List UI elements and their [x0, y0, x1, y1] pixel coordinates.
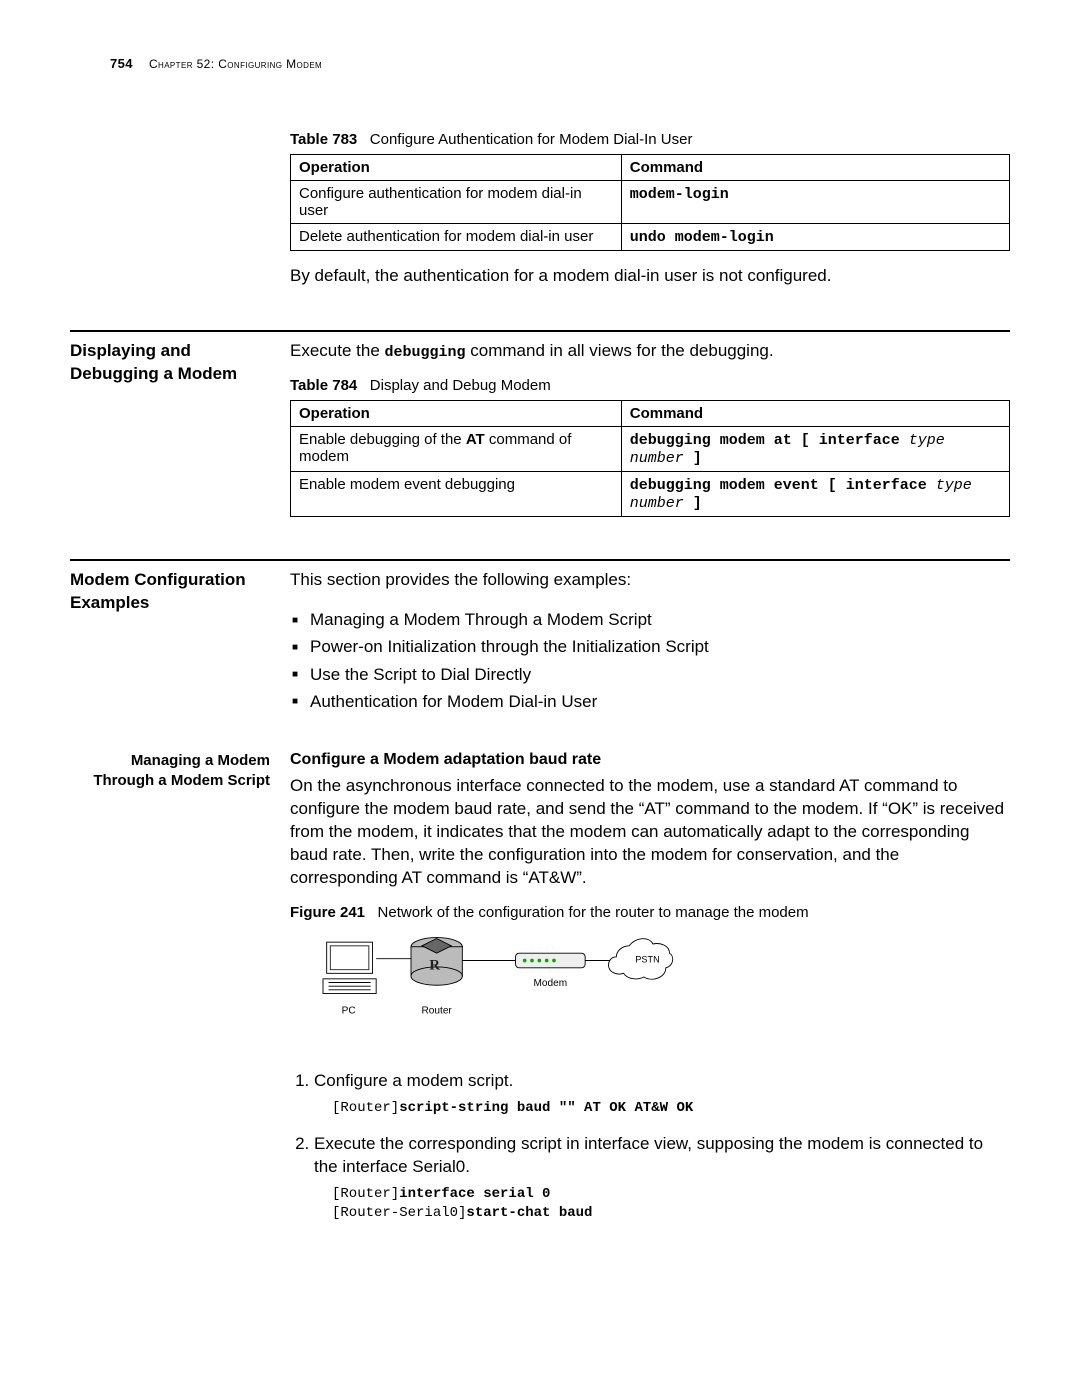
- table-row: Enable debugging of the AT command of mo…: [291, 427, 1010, 472]
- table-row: Configure authentication for modem dial-…: [291, 181, 1010, 224]
- table-row: Delete authentication for modem dial-in …: [291, 224, 1010, 251]
- subsection-manage: Managing a Modem Through a Modem Script …: [70, 751, 1010, 1239]
- diagram-label-pc: PC: [342, 1005, 356, 1016]
- diagram-label-router: Router: [422, 1005, 453, 1016]
- chapter-label: Chapter 52: Configuring Modem: [149, 57, 322, 71]
- table-784: Operation Command Enable debugging of th…: [290, 400, 1010, 517]
- section-examples: Modem Configuration Examples This sectio…: [70, 559, 1010, 731]
- diagram-label-pstn: PSTN: [635, 954, 659, 964]
- section-title-examples: Modem Configuration Examples: [70, 569, 270, 615]
- steps-list: Configure a modem script. [Router]script…: [290, 1070, 1010, 1223]
- page-number: 754: [110, 56, 133, 71]
- debug-intro: Execute the debugging command in all vie…: [290, 340, 1010, 363]
- section-debug: Displaying and Debugging a Modem Execute…: [70, 330, 1010, 531]
- table-783-caption: Table 783 Configure Authentication for M…: [290, 131, 1010, 148]
- table-header-operation: Operation: [291, 155, 622, 181]
- table-784-caption: Table 784 Display and Debug Modem: [290, 377, 1010, 394]
- manage-paragraph: On the asynchronous interface connected …: [290, 775, 1010, 890]
- subsection-right-title: Configure a Modem adaptation baud rate: [290, 751, 1010, 769]
- diagram-label-modem: Modem: [534, 978, 568, 989]
- default-note: By default, the authentication for a mod…: [290, 265, 1010, 288]
- page: 754 Chapter 52: Configuring Modem Table …: [0, 0, 1080, 1397]
- subsection-title-manage: Managing a Modem Through a Modem Script: [70, 751, 270, 792]
- list-item: Authentication for Modem Dial-in User: [310, 688, 1010, 715]
- network-diagram-icon: PC R Router: [300, 933, 720, 1043]
- step-2: Execute the corresponding script in inte…: [314, 1133, 1010, 1223]
- table-row: Enable modem event debugging debugging m…: [291, 472, 1010, 517]
- page-header: 754 Chapter 52: Configuring Modem: [70, 56, 1010, 71]
- list-item: Managing a Modem Through a Modem Script: [310, 606, 1010, 633]
- code-block: [Router]interface serial 0 [Router-Seria…: [332, 1185, 1010, 1223]
- examples-intro: This section provides the following exam…: [290, 569, 1010, 592]
- list-item: Power-on Initialization through the Init…: [310, 633, 1010, 660]
- table-header-operation: Operation: [291, 401, 622, 427]
- list-item: Use the Script to Dial Directly: [310, 661, 1010, 688]
- figure-241: PC R Router: [300, 933, 1010, 1048]
- section-title-debug: Displaying and Debugging a Modem: [70, 340, 270, 386]
- figure-241-caption: Figure 241 Network of the configuration …: [290, 904, 1010, 921]
- svg-text:R: R: [429, 957, 440, 973]
- examples-list: Managing a Modem Through a Modem Script …: [290, 606, 1010, 715]
- table-783: Operation Command Configure authenticati…: [290, 154, 1010, 251]
- table-header-command: Command: [621, 155, 1009, 181]
- table-header-command: Command: [621, 401, 1009, 427]
- step-1: Configure a modem script. [Router]script…: [314, 1070, 1010, 1118]
- code-block: [Router]script-string baud "" AT OK AT&W…: [332, 1099, 1010, 1118]
